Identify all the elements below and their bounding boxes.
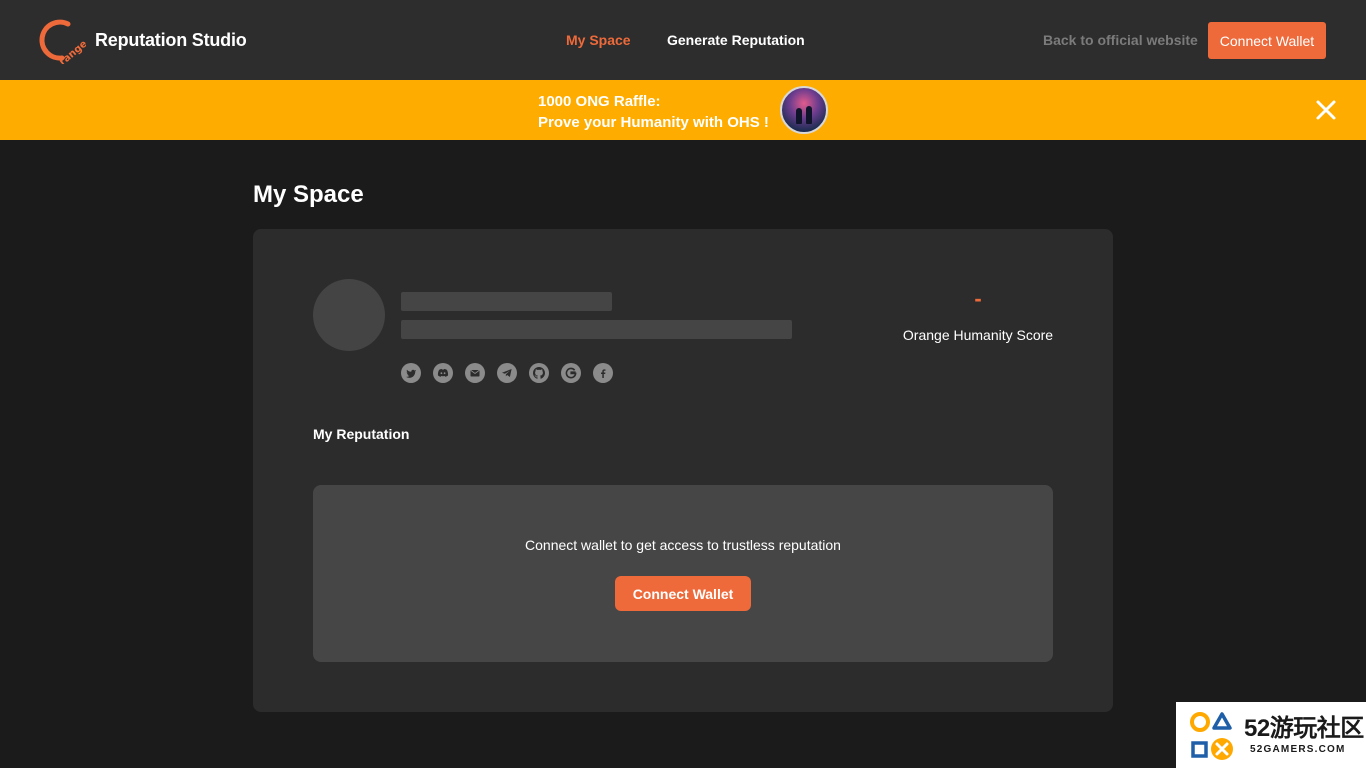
social-links <box>401 363 613 383</box>
twitter-icon[interactable] <box>401 363 421 383</box>
telegram-icon[interactable] <box>497 363 517 383</box>
watermark-logo-icon <box>1190 712 1233 760</box>
top-navbar: range Reputation Studio My Space Generat… <box>0 0 1366 80</box>
brand-name[interactable]: Reputation Studio <box>95 30 247 51</box>
github-icon[interactable] <box>529 363 549 383</box>
close-icon[interactable] <box>1314 98 1338 122</box>
connect-wallet-button[interactable]: Connect Wallet <box>1208 22 1326 59</box>
avatar <box>313 279 385 351</box>
my-reputation-heading: My Reputation <box>313 426 410 442</box>
discord-icon[interactable] <box>433 363 453 383</box>
svg-text:range: range <box>57 38 86 64</box>
page-title: My Space <box>253 181 364 208</box>
raffle-image[interactable] <box>780 86 828 134</box>
profile-card: - Orange Humanity Score My Reputation Co… <box>253 229 1113 712</box>
banner-line-2: Prove your Humanity with OHS ! <box>538 114 769 131</box>
mail-icon[interactable] <box>465 363 485 383</box>
reputation-panel: Connect wallet to get access to trustles… <box>313 485 1053 662</box>
address-skeleton <box>401 320 792 339</box>
humanity-score-label: Orange Humanity Score <box>902 327 1054 343</box>
site-watermark: 52游玩社区 52GAMERS.COM <box>1176 702 1366 768</box>
watermark-text: 52游玩社区 <box>1244 715 1364 742</box>
back-to-website-link[interactable]: Back to official website <box>1043 32 1198 48</box>
announcement-banner: 1000 ONG Raffle: Prove your Humanity wit… <box>0 80 1366 140</box>
connect-wallet-message: Connect wallet to get access to trustles… <box>525 537 841 553</box>
orange-logo-icon[interactable]: range <box>38 18 86 64</box>
nav-my-space[interactable]: My Space <box>566 32 631 48</box>
connect-wallet-main-button[interactable]: Connect Wallet <box>615 576 751 611</box>
facebook-icon[interactable] <box>593 363 613 383</box>
banner-text[interactable]: 1000 ONG Raffle: Prove your Humanity wit… <box>538 91 769 133</box>
google-icon[interactable] <box>561 363 581 383</box>
nav-generate-reputation[interactable]: Generate Reputation <box>667 32 805 48</box>
name-skeleton <box>401 292 612 311</box>
banner-line-1: 1000 ONG Raffle: <box>538 93 661 110</box>
watermark-domain: 52GAMERS.COM <box>1250 744 1346 755</box>
humanity-score-value: - <box>974 286 982 311</box>
